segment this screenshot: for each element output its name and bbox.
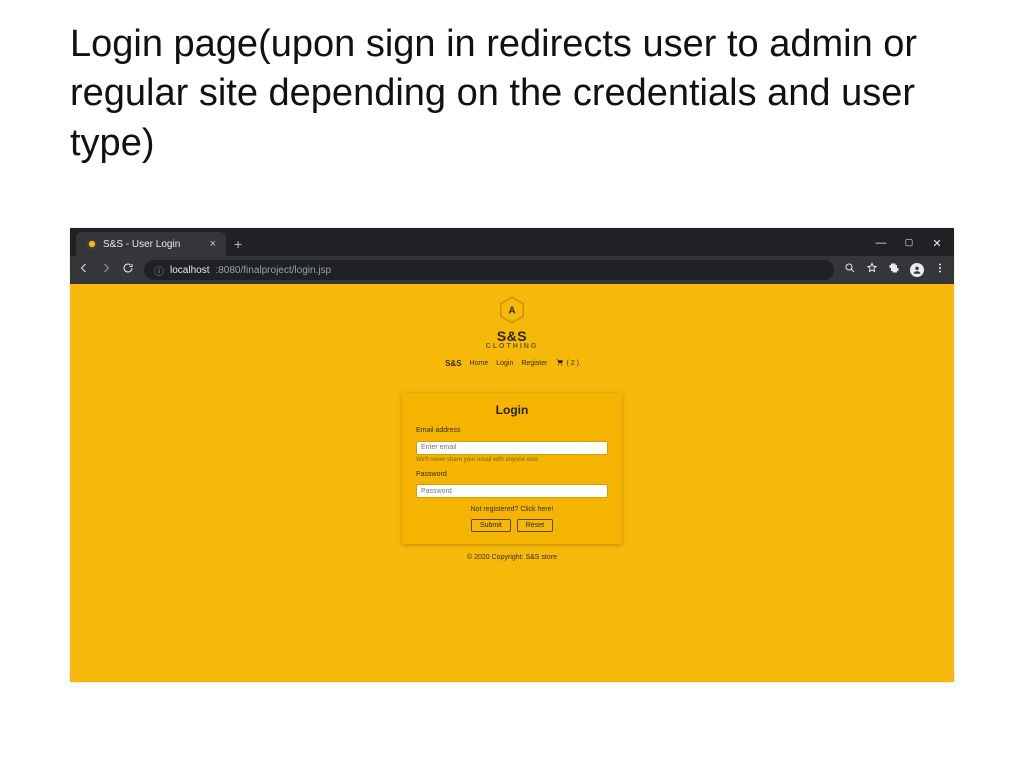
- page-viewport: A S&S CLOTHING S&S Home Login Register (…: [70, 284, 954, 682]
- footer-copyright: © 2020 Copyright: S&S store: [467, 554, 557, 561]
- new-tab-button[interactable]: +: [226, 236, 250, 256]
- url-path: :8080/finalproject/login.jsp: [215, 265, 331, 276]
- forward-icon[interactable]: [100, 261, 112, 279]
- nav-register-link[interactable]: Register: [521, 360, 547, 367]
- cart-count: ( 2 ): [566, 360, 578, 367]
- menu-icon[interactable]: [934, 261, 946, 279]
- password-field[interactable]: [416, 484, 608, 498]
- login-title: Login: [416, 403, 608, 417]
- tab-close-icon[interactable]: ×: [210, 238, 216, 250]
- toolbar-right: [844, 261, 946, 279]
- slide-title: Login page(upon sign in redirects user t…: [70, 20, 950, 168]
- email-hint: We'll never share your email with anyone…: [416, 457, 608, 463]
- site-info-icon[interactable]: ⓘ: [154, 263, 164, 278]
- register-link[interactable]: Not registered? Click here!: [416, 506, 608, 513]
- cart-icon: [555, 358, 564, 369]
- svg-text:A: A: [508, 306, 515, 317]
- nav-login-link[interactable]: Login: [496, 360, 513, 367]
- submit-button[interactable]: Submit: [471, 519, 511, 532]
- nav-home-link[interactable]: Home: [470, 360, 489, 367]
- zoom-icon[interactable]: [844, 261, 856, 279]
- extensions-icon[interactable]: [888, 261, 900, 279]
- window-minimize-icon[interactable]: —: [874, 237, 888, 250]
- window-controls: — ▢ ✕: [874, 237, 954, 256]
- site-nav: S&S Home Login Register ( 2 ): [445, 358, 579, 369]
- reset-button[interactable]: Reset: [517, 519, 553, 532]
- browser-toolbar: ⓘ localhost :8080/finalproject/login.jsp: [70, 256, 954, 284]
- nav-brand-link[interactable]: S&S: [445, 359, 461, 368]
- browser-tab-active[interactable]: S&S - User Login ×: [76, 232, 226, 256]
- favicon-icon: [86, 239, 97, 250]
- logo-icon: A: [498, 296, 526, 324]
- window-close-icon[interactable]: ✕: [930, 237, 944, 250]
- brand-subtitle: CLOTHING: [486, 343, 539, 350]
- address-bar[interactable]: ⓘ localhost :8080/finalproject/login.jsp: [144, 260, 834, 280]
- password-label: Password: [416, 471, 608, 478]
- nav-cart-link[interactable]: ( 2 ): [555, 358, 578, 369]
- url-host: localhost: [170, 265, 209, 276]
- nav-buttons: [78, 261, 134, 279]
- tab-title: S&S - User Login: [103, 239, 180, 250]
- back-icon[interactable]: [78, 261, 90, 279]
- site-content: A S&S CLOTHING S&S Home Login Register (…: [402, 296, 622, 561]
- window-maximize-icon[interactable]: ▢: [902, 237, 916, 250]
- browser-window: S&S - User Login × + — ▢ ✕ ⓘ localhost :8…: [70, 228, 954, 682]
- reload-icon[interactable]: [122, 261, 134, 279]
- brand-name: S&S: [497, 328, 527, 344]
- button-row: Submit Reset: [416, 519, 608, 532]
- bookmark-star-icon[interactable]: [866, 261, 878, 279]
- login-panel: Login Email address We'll never share yo…: [402, 393, 622, 544]
- profile-avatar-icon[interactable]: [910, 263, 924, 277]
- browser-tabstrip: S&S - User Login × + — ▢ ✕: [70, 228, 954, 256]
- email-field[interactable]: [416, 441, 608, 455]
- email-label: Email address: [416, 427, 608, 434]
